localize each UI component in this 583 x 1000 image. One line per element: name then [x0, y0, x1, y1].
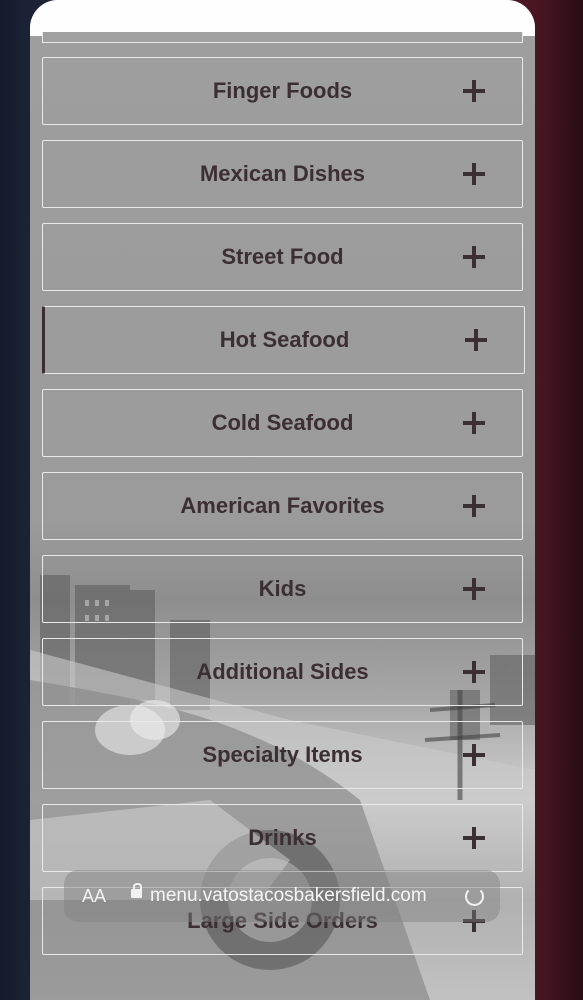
status-area	[30, 0, 535, 36]
plus-icon	[463, 744, 485, 766]
category-label: Drinks	[248, 825, 317, 850]
category-label: American Favorites	[180, 493, 385, 518]
plus-icon	[463, 412, 485, 434]
category-hot-seafood[interactable]: Hot Seafood	[42, 306, 525, 374]
category-kids[interactable]: Kids	[42, 555, 523, 623]
category-label: Street Food	[221, 244, 344, 269]
category-label: Finger Foods	[212, 78, 353, 103]
category-street-food[interactable]: Street Food	[42, 223, 523, 291]
category-drinks[interactable]: Drinks	[42, 804, 523, 872]
plus-icon	[463, 163, 485, 185]
category-label: Mexican Dishes	[199, 161, 366, 186]
category-label: Additional Sides	[196, 659, 369, 684]
plus-icon	[463, 495, 485, 517]
category-american-favorites[interactable]: American Favorites	[42, 472, 523, 540]
category-label: Hot Seafood	[219, 327, 350, 352]
category-label: Cold Seafood	[211, 410, 354, 435]
plus-icon	[463, 827, 485, 849]
plus-icon	[463, 661, 485, 683]
text-size-button[interactable]: AA	[82, 886, 106, 907]
plus-icon	[463, 246, 485, 268]
browser-address-bar[interactable]: AA menu.vatostacosbakersfield.com	[64, 870, 500, 922]
category-mexican-dishes[interactable]: Mexican Dishes	[42, 140, 523, 208]
category-label: Kids	[258, 576, 307, 601]
plus-icon	[463, 80, 485, 102]
phone-screen: Finger Foods Mexican Dishes Street Food …	[30, 0, 535, 1000]
category-additional-sides[interactable]: Additional Sides	[42, 638, 523, 706]
lock-icon	[131, 883, 142, 898]
previous-category-edge	[42, 32, 523, 43]
category-label: Specialty Items	[202, 742, 363, 767]
plus-icon	[465, 329, 487, 351]
plus-icon	[463, 578, 485, 600]
category-cold-seafood[interactable]: Cold Seafood	[42, 389, 523, 457]
reload-icon[interactable]	[465, 886, 484, 906]
category-specialty-items[interactable]: Specialty Items	[42, 721, 523, 789]
url-text[interactable]: menu.vatostacosbakersfield.com	[150, 885, 427, 907]
category-finger-foods[interactable]: Finger Foods	[42, 57, 523, 125]
